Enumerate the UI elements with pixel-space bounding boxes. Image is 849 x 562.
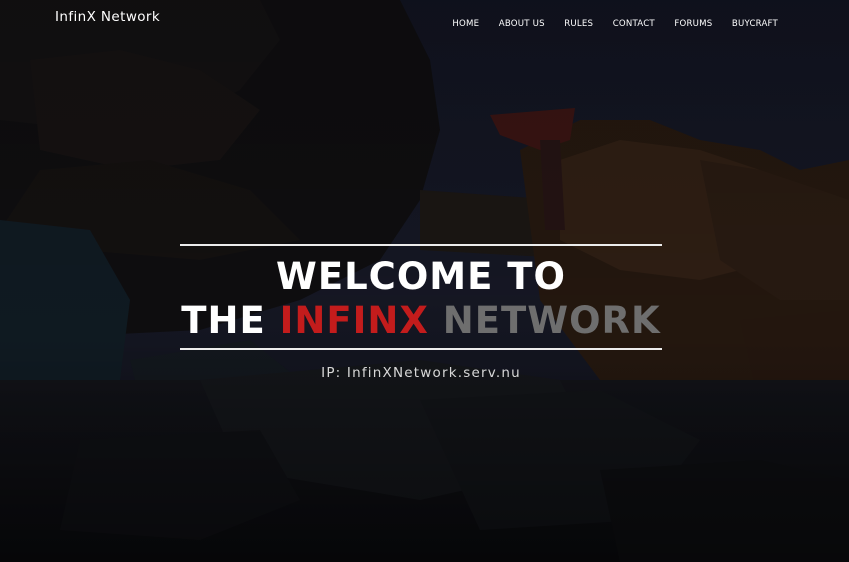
nav-item-about-us: ABOUT US — [499, 13, 545, 31]
landing-page: InfinX Network HOME ABOUT US RULES CONTA… — [0, 0, 849, 562]
nav-item-buycraft: BUYCRAFT — [732, 13, 778, 31]
hero-title-line-1: WELCOME TO — [276, 255, 566, 298]
nav-link-contact[interactable]: CONTACT — [613, 19, 655, 29]
hero-title-network: NETWORK — [428, 299, 661, 342]
hero-title-infinx: INFINX — [279, 299, 429, 342]
nav-item-rules: RULES — [564, 13, 593, 31]
server-ip-address: IP: InfinXNetwork.serv.nu — [321, 365, 521, 381]
nav-item-contact: CONTACT — [613, 13, 655, 31]
brand-logo-link[interactable]: InfinX Network — [55, 9, 160, 25]
hero-title-line-2: THE INFINX NETWORK — [180, 299, 662, 343]
hero-bottom-divider — [180, 348, 662, 350]
nav-item-forums: FORUMS — [674, 13, 712, 31]
nav-link-about-us[interactable]: ABOUT US — [499, 19, 545, 29]
main-nav: HOME ABOUT US RULES CONTACT FORUMS BUYCR… — [433, 13, 778, 31]
hero-title: WELCOME TO THE INFINX NETWORK — [180, 246, 662, 348]
nav-item-home: HOME — [452, 13, 479, 31]
top-navbar: InfinX Network HOME ABOUT US RULES CONTA… — [0, 0, 849, 38]
hero-title-prefix: THE — [181, 299, 280, 342]
nav-link-home[interactable]: HOME — [452, 19, 479, 29]
hero-section: WELCOME TO THE INFINX NETWORK IP: InfinX… — [180, 244, 662, 381]
nav-link-forums[interactable]: FORUMS — [674, 19, 712, 29]
nav-link-rules[interactable]: RULES — [564, 19, 593, 29]
nav-link-buycraft[interactable]: BUYCRAFT — [732, 19, 778, 29]
